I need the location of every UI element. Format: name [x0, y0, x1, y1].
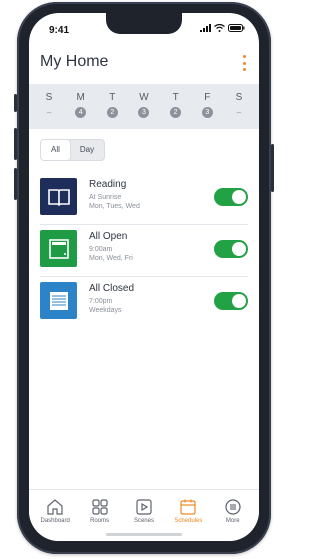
status-icons: [200, 24, 245, 32]
day-letter: S: [235, 92, 243, 103]
day-count-badge: 4: [75, 107, 87, 118]
schedule-info: Reading At Sunrise Mon, Tues, Wed: [89, 179, 209, 211]
day-monday[interactable]: M 4: [69, 84, 93, 129]
tab-label: Schedules: [174, 518, 203, 524]
day-empty-marker: –: [46, 108, 52, 117]
shade-open-icon: [40, 230, 77, 267]
status-time: 9:41: [49, 25, 70, 36]
more-options-icon[interactable]: [241, 55, 247, 71]
rooms-icon: [91, 499, 108, 515]
day-sunday[interactable]: S –: [37, 84, 61, 129]
schedule-list: Reading At Sunrise Mon, Tues, Wed All Op…: [40, 173, 248, 328]
home-icon: [47, 499, 63, 515]
schedule-time: 7:00pm: [89, 298, 113, 305]
app-screen: 9:41 My Home S – M 4 T 2 W 3 T 2 F 3 S –…: [29, 13, 259, 541]
power-button: [271, 144, 274, 192]
schedules-icon: [180, 499, 196, 515]
day-empty-marker: –: [236, 108, 242, 117]
page-title: My Home: [40, 53, 109, 70]
day-letter: W: [139, 92, 149, 103]
schedule-row-all-closed[interactable]: All Closed 7:00pm Weekdays: [40, 277, 248, 328]
view-filter: All Day: [40, 139, 106, 161]
schedule-info: All Closed 7:00pm Weekdays: [89, 283, 209, 315]
schedule-days: Weekdays: [89, 307, 122, 314]
day-letter: F: [204, 92, 211, 103]
schedule-row-reading[interactable]: Reading At Sunrise Mon, Tues, Wed: [40, 173, 248, 225]
day-tuesday[interactable]: T 2: [100, 84, 124, 129]
battery-icon: [228, 24, 245, 32]
tab-label: Rooms: [90, 518, 110, 524]
schedule-days: Mon, Tues, Wed: [89, 203, 140, 210]
volume-up-button: [14, 128, 17, 160]
scenes-icon: [136, 499, 152, 515]
schedule-title: Reading: [89, 179, 127, 190]
day-count-badge: 2: [170, 107, 182, 118]
notch: [106, 13, 182, 34]
book-icon: [40, 178, 77, 215]
day-count-badge: 3: [138, 107, 150, 118]
silent-switch: [14, 94, 17, 112]
day-thursday[interactable]: T 2: [164, 84, 188, 129]
schedule-title: All Closed: [89, 283, 135, 294]
schedule-toggle[interactable]: [214, 188, 248, 206]
shade-closed-icon: [40, 282, 77, 319]
schedule-info: All Open 9:00am Mon, Wed, Fri: [89, 231, 209, 263]
day-wednesday[interactable]: W 3: [132, 84, 156, 129]
day-letter: T: [109, 92, 116, 103]
day-letter: T: [172, 92, 179, 103]
tab-label: More: [225, 518, 240, 524]
day-selector: S – M 4 T 2 W 3 T 2 F 3 S –: [29, 84, 259, 129]
filter-all-button[interactable]: All: [41, 140, 70, 160]
day-friday[interactable]: F 3: [195, 84, 219, 129]
schedule-toggle[interactable]: [214, 240, 248, 258]
tab-more[interactable]: More: [213, 490, 253, 541]
more-icon: [225, 499, 241, 515]
schedule-row-all-open[interactable]: All Open 9:00am Mon, Wed, Fri: [40, 225, 248, 277]
home-indicator: [106, 533, 182, 536]
schedule-toggle[interactable]: [214, 292, 248, 310]
tab-dashboard[interactable]: Dashboard: [35, 490, 75, 541]
day-count-badge: 3: [201, 107, 213, 118]
signal-icon: [200, 24, 211, 32]
schedule-days: Mon, Wed, Fri: [89, 255, 133, 262]
day-saturday[interactable]: S –: [227, 84, 251, 129]
wifi-icon: [214, 24, 225, 32]
filter-day-button[interactable]: Day: [70, 140, 104, 160]
day-count-badge: 2: [106, 107, 118, 118]
schedule-time: 9:00am: [89, 246, 113, 253]
tab-label: Scenes: [133, 518, 154, 524]
schedule-time: At Sunrise: [89, 194, 122, 201]
day-letter: S: [45, 92, 53, 103]
day-letter: M: [76, 92, 85, 103]
volume-down-button: [14, 168, 17, 200]
tab-label: Dashboard: [40, 518, 70, 524]
schedule-title: All Open: [89, 231, 128, 242]
